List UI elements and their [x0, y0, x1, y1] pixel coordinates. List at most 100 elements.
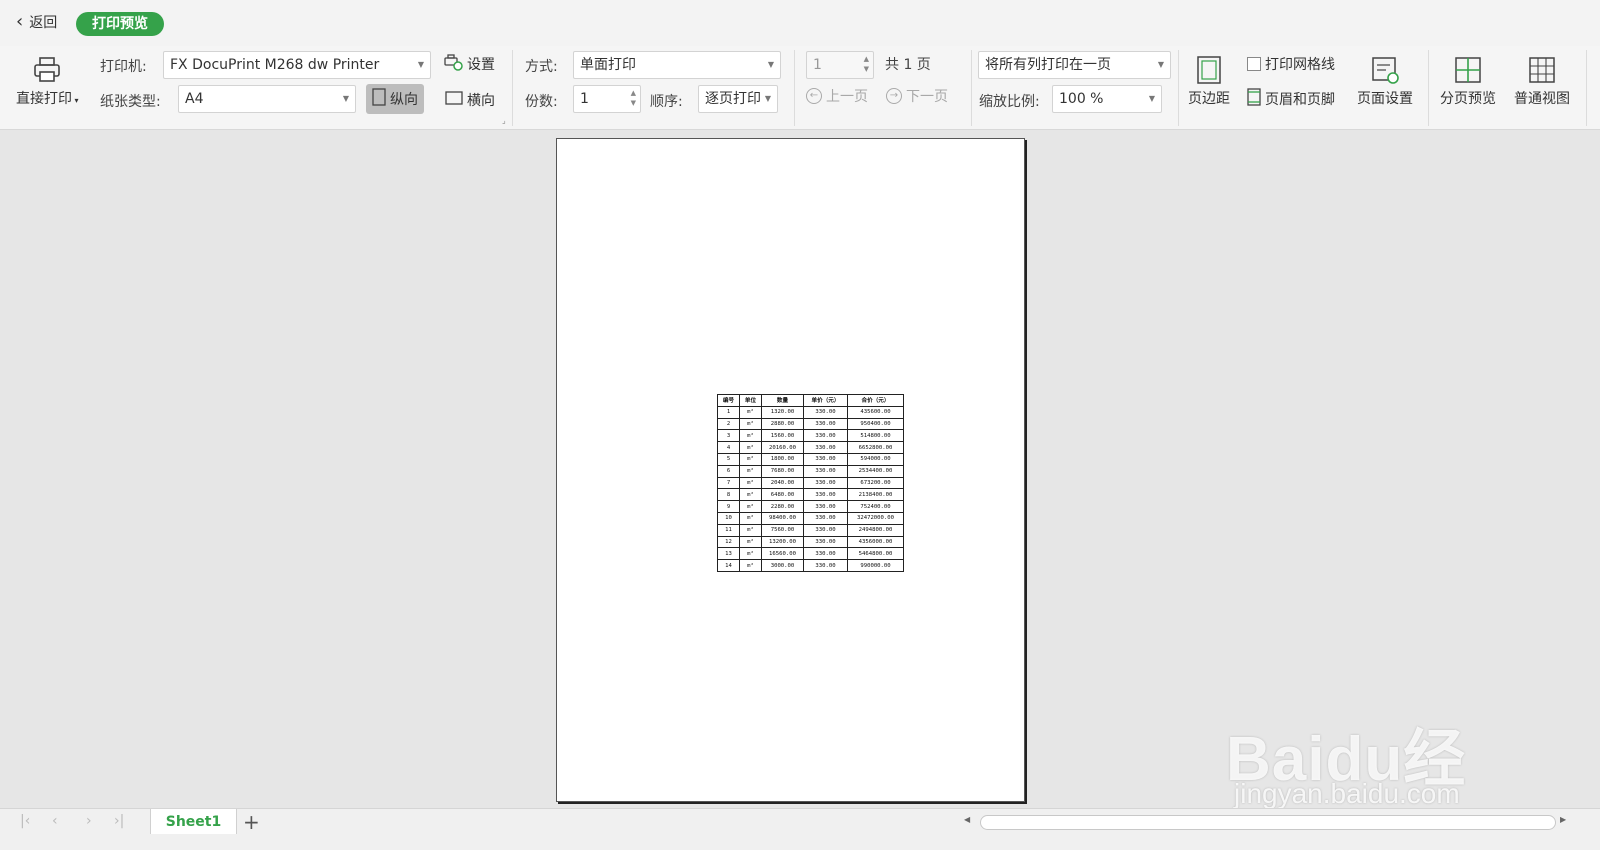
- table-cell: m²: [739, 523, 762, 537]
- table-cell: 7680.00: [761, 464, 804, 478]
- prev-page-button[interactable]: ← 上一页: [806, 82, 868, 110]
- checkbox-icon: [1247, 57, 1261, 71]
- margins-label: 页边距: [1188, 91, 1230, 107]
- paper-type-value: A4: [185, 91, 204, 107]
- first-sheet-icon[interactable]: |‹: [20, 813, 30, 829]
- table-cell: 2: [717, 417, 740, 431]
- top-bar: ‹ 返回 打印预览: [0, 0, 1600, 46]
- scroll-right-icon[interactable]: ▶: [1560, 815, 1566, 824]
- landscape-icon: [445, 91, 463, 109]
- page-setup-button[interactable]: 页面设置: [1357, 52, 1413, 108]
- landscape-button[interactable]: 横向: [445, 86, 495, 114]
- dialog-launcher-icon[interactable]: ⌟: [502, 116, 506, 125]
- print-order-value: 逐页打印: [705, 91, 761, 107]
- table-row: 12 m² 13200.00 330.00 4356000.00: [717, 535, 904, 549]
- table-cell: 1560.00: [761, 429, 804, 443]
- table-row: 10 m² 98400.00 330.00 32472000.00: [717, 511, 904, 525]
- table-cell: 4: [717, 441, 740, 454]
- portrait-button[interactable]: 纵向: [366, 84, 424, 114]
- separator: [794, 50, 795, 126]
- next-page-button[interactable]: → 下一页: [886, 82, 948, 110]
- table-cell: 330.00: [803, 547, 848, 561]
- fit-columns-value: 将所有列打印在一页: [985, 57, 1111, 73]
- table-cell: 20160.00: [761, 441, 804, 454]
- printer-settings-button[interactable]: 设置: [443, 50, 495, 78]
- back-button[interactable]: ‹ 返回: [16, 12, 57, 32]
- printer-value: FX DocuPrint M268 dw Printer: [170, 57, 380, 73]
- last-sheet-icon[interactable]: ›|: [114, 813, 124, 829]
- table-row: 3 m² 1560.00 330.00 514800.00: [717, 429, 904, 443]
- add-sheet-icon[interactable]: +: [243, 810, 260, 834]
- portrait-icon: [372, 88, 386, 110]
- normal-view-button[interactable]: 普通视图: [1514, 52, 1570, 108]
- dropdown-arrow-icon: ▼: [342, 94, 349, 103]
- arrow-left-icon: ←: [806, 88, 822, 104]
- sheet-tab-bar: |‹ ‹ › ›| Sheet1 + ◀ ▶: [0, 808, 1600, 835]
- page-break-preview-button[interactable]: 分页预览: [1440, 52, 1496, 108]
- back-label: 返回: [29, 15, 58, 31]
- table-cell: 6652800.00: [847, 441, 904, 454]
- table-cell: 14: [717, 559, 740, 572]
- sheet-tab[interactable]: Sheet1: [150, 809, 237, 835]
- table-cell: 2040.00: [761, 476, 804, 490]
- header-footer-label: 页眉和页脚: [1265, 92, 1335, 108]
- table-row: 6 m² 7680.00 330.00 2534400.00: [717, 464, 904, 478]
- copies-label: 份数:: [525, 94, 558, 110]
- copies-stepper[interactable]: 1 ▲ ▼: [573, 85, 641, 113]
- table-cell: 330.00: [803, 452, 848, 466]
- next-page-label: 下一页: [906, 89, 948, 105]
- zoom-value: 100 %: [1059, 91, 1104, 107]
- table-row: 14 m² 3000.00 330.00 990000.00: [717, 559, 904, 572]
- table-cell: m²: [739, 488, 762, 502]
- printer-select[interactable]: FX DocuPrint M268 dw Printer ▼: [163, 51, 431, 79]
- direct-print-button[interactable]: 直接打印 ▾: [16, 52, 79, 108]
- table-cell: 16560.00: [761, 547, 804, 561]
- table-cell: 330.00: [803, 500, 848, 513]
- copies-value: 1: [580, 91, 589, 107]
- table-cell: 3000.00: [761, 559, 804, 572]
- table-cell: m²: [739, 535, 762, 549]
- dropdown-arrow-icon: ▼: [417, 60, 424, 69]
- print-method-value: 单面打印: [580, 57, 636, 73]
- fit-columns-select[interactable]: 将所有列打印在一页 ▼: [978, 51, 1171, 79]
- print-method-select[interactable]: 单面打印 ▼: [573, 51, 781, 79]
- scroll-left-icon[interactable]: ◀: [964, 815, 970, 824]
- dropdown-arrow-icon: ▼: [1148, 94, 1155, 103]
- next-sheet-icon[interactable]: ›: [86, 813, 92, 829]
- table-cell: 7: [717, 476, 740, 490]
- grid-view-icon: [1528, 52, 1556, 88]
- header-footer-button[interactable]: 页眉和页脚: [1247, 85, 1335, 113]
- total-pages-label: 共 1 页: [885, 57, 931, 73]
- separator: [1586, 50, 1587, 126]
- table-cell: 330.00: [803, 535, 848, 549]
- page-number-input[interactable]: 1 ▲ ▼: [806, 51, 874, 79]
- page-setup-label: 页面设置: [1357, 91, 1413, 107]
- print-order-select[interactable]: 逐页打印 ▼: [698, 85, 778, 113]
- table-cell: m²: [739, 547, 762, 561]
- chevron-left-icon: ‹: [16, 11, 24, 32]
- printer-icon: [32, 52, 62, 88]
- prev-sheet-icon[interactable]: ‹: [52, 813, 58, 829]
- table-row: 5 m² 1800.00 330.00 594000.00: [717, 452, 904, 466]
- table-header-cell: 合价（元）: [847, 394, 904, 407]
- horizontal-scrollbar[interactable]: [980, 815, 1556, 830]
- table-cell: m²: [739, 417, 762, 431]
- separator: [1428, 50, 1429, 126]
- table-cell: 5: [717, 452, 740, 466]
- arrow-right-icon: →: [886, 88, 902, 104]
- table-cell: 10: [717, 511, 740, 525]
- zoom-select[interactable]: 100 % ▼: [1052, 85, 1162, 113]
- paper-type-select[interactable]: A4 ▼: [178, 85, 356, 113]
- print-gridlines-checkbox[interactable]: 打印网格线: [1247, 50, 1335, 78]
- table-cell: 330.00: [803, 511, 848, 525]
- table-row: 8 m² 6480.00 330.00 2138400.00: [717, 488, 904, 502]
- stepper-arrows-icon[interactable]: ▲ ▼: [631, 88, 636, 108]
- table-cell: m²: [739, 429, 762, 443]
- margins-button[interactable]: 页边距: [1188, 52, 1230, 108]
- method-label: 方式:: [525, 59, 558, 75]
- table-cell: 330.00: [803, 559, 848, 572]
- separator: [512, 50, 513, 126]
- landscape-label: 横向: [467, 93, 495, 109]
- stepper-arrows-icon[interactable]: ▲ ▼: [864, 54, 869, 74]
- table-cell: 3: [717, 429, 740, 443]
